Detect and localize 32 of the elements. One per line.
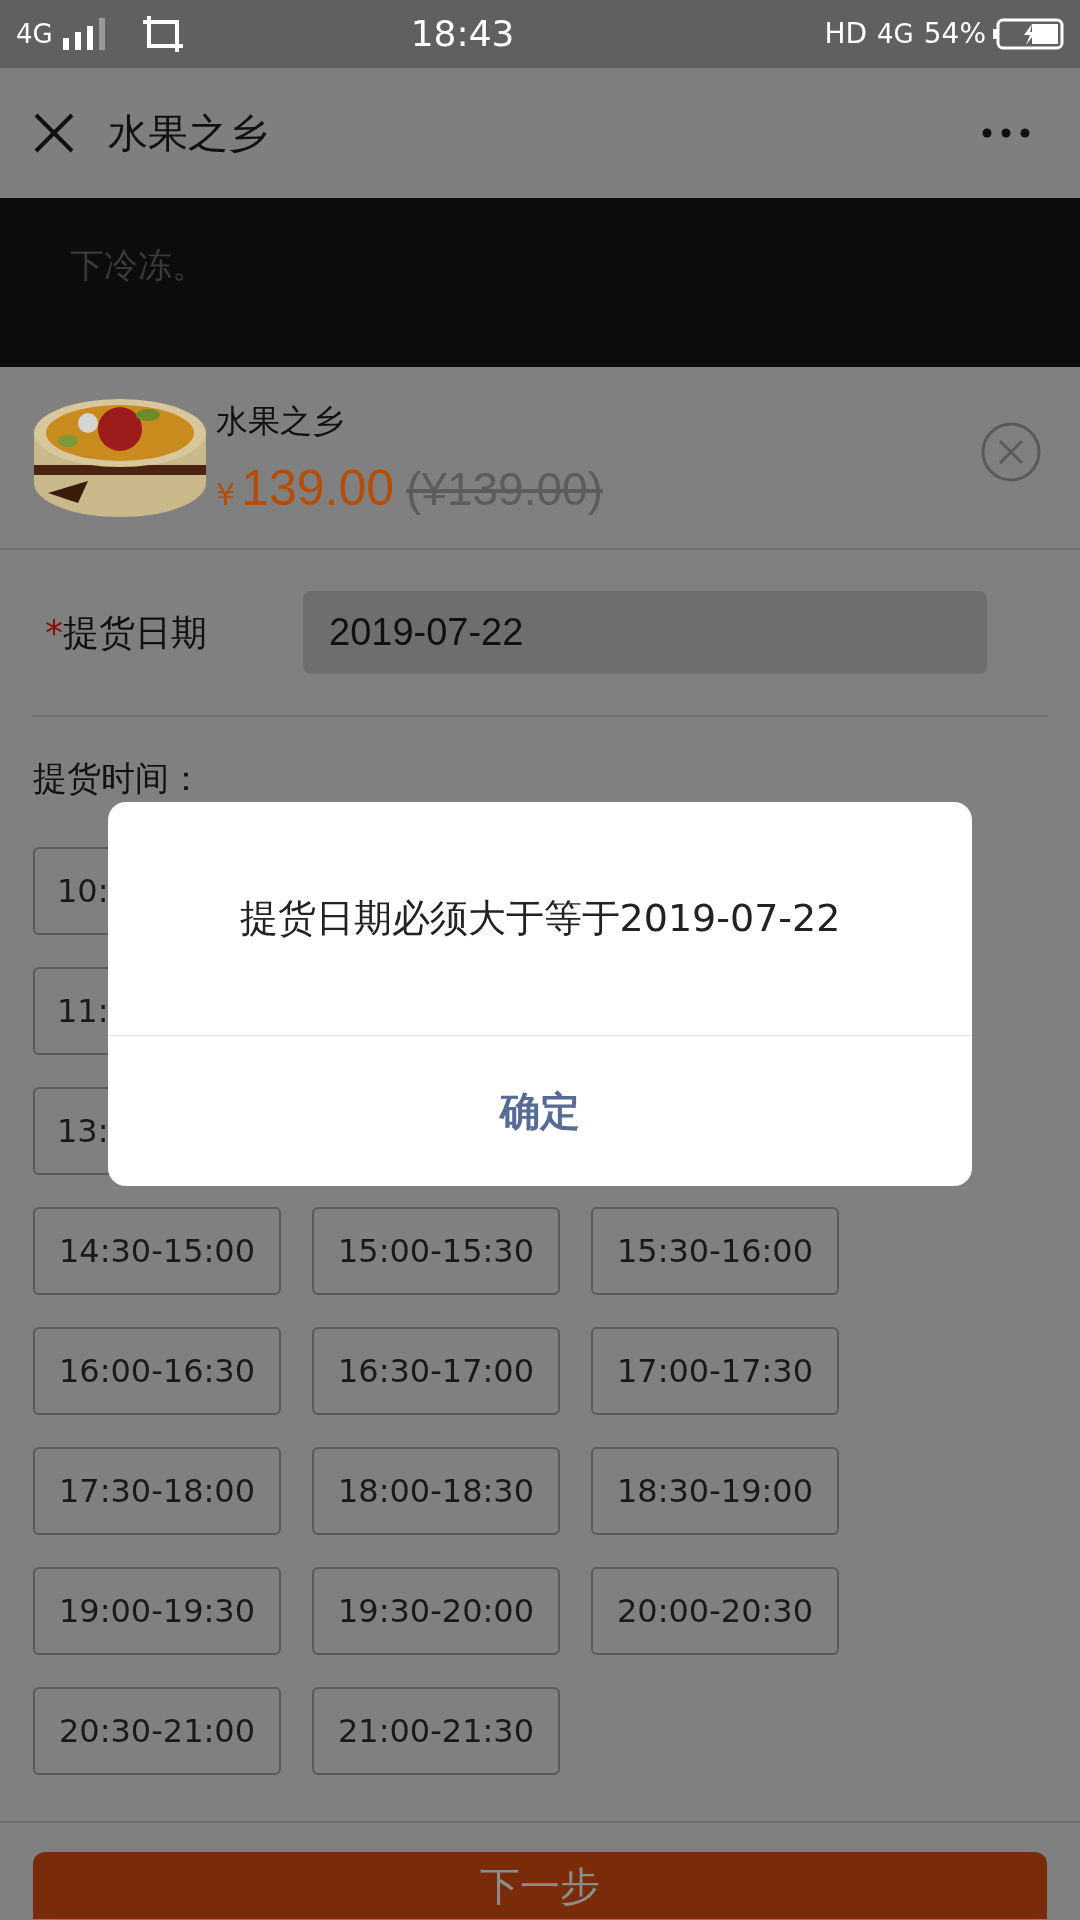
time-slot[interactable]: 17:30-18:00 [33,1447,281,1535]
time-slot[interactable]: 21:00-21:30 [312,1687,560,1775]
time-slot[interactable]: 17:00-17:30 [591,1327,839,1415]
price: 139.00 [241,459,395,518]
confirm-button[interactable]: 确定 [108,1036,972,1186]
time-slot[interactable]: 19:30-20:00 [312,1567,560,1655]
time-slot[interactable]: 18:00-18:30 [312,1447,560,1535]
close-icon[interactable] [34,113,74,153]
time-slot[interactable]: 16:30-17:00 [312,1327,560,1415]
product-name: 水果之乡 [216,405,345,437]
battery-icon [992,18,1064,50]
data-network-label: 4G [877,17,914,51]
time-slot[interactable]: 18:30-19:00 [591,1447,839,1535]
time-slot[interactable]: 14:30-15:00 [33,1207,281,1295]
time-slot[interactable]: 19:00-19:30 [33,1567,281,1655]
hd-label: HD [824,16,868,52]
time-label: 提货时间： [33,757,204,799]
network-label: 4G [16,17,53,51]
more-icon[interactable] [982,128,1030,138]
date-field[interactable]: 2019-07-22 [303,591,987,674]
currency-symbol: ¥ [216,476,236,514]
time-slot[interactable]: 20:00-20:30 [591,1567,839,1655]
time-slot[interactable]: 20:30-21:00 [33,1687,281,1775]
time-slot[interactable]: 16:00-16:30 [33,1327,281,1415]
clock: 18:43 [410,12,515,56]
page-title: 水果之乡 [108,109,268,158]
dialog-message: 提货日期必须大于等于2019-07-22 [239,895,841,942]
time-slot[interactable]: 15:30-16:00 [591,1207,839,1295]
battery-percent: 54% [923,16,986,52]
time-slot[interactable]: 15:00-15:30 [312,1207,560,1295]
next-button[interactable]: 下一步 [33,1852,1047,1919]
date-label: *提货日期 [45,610,208,655]
